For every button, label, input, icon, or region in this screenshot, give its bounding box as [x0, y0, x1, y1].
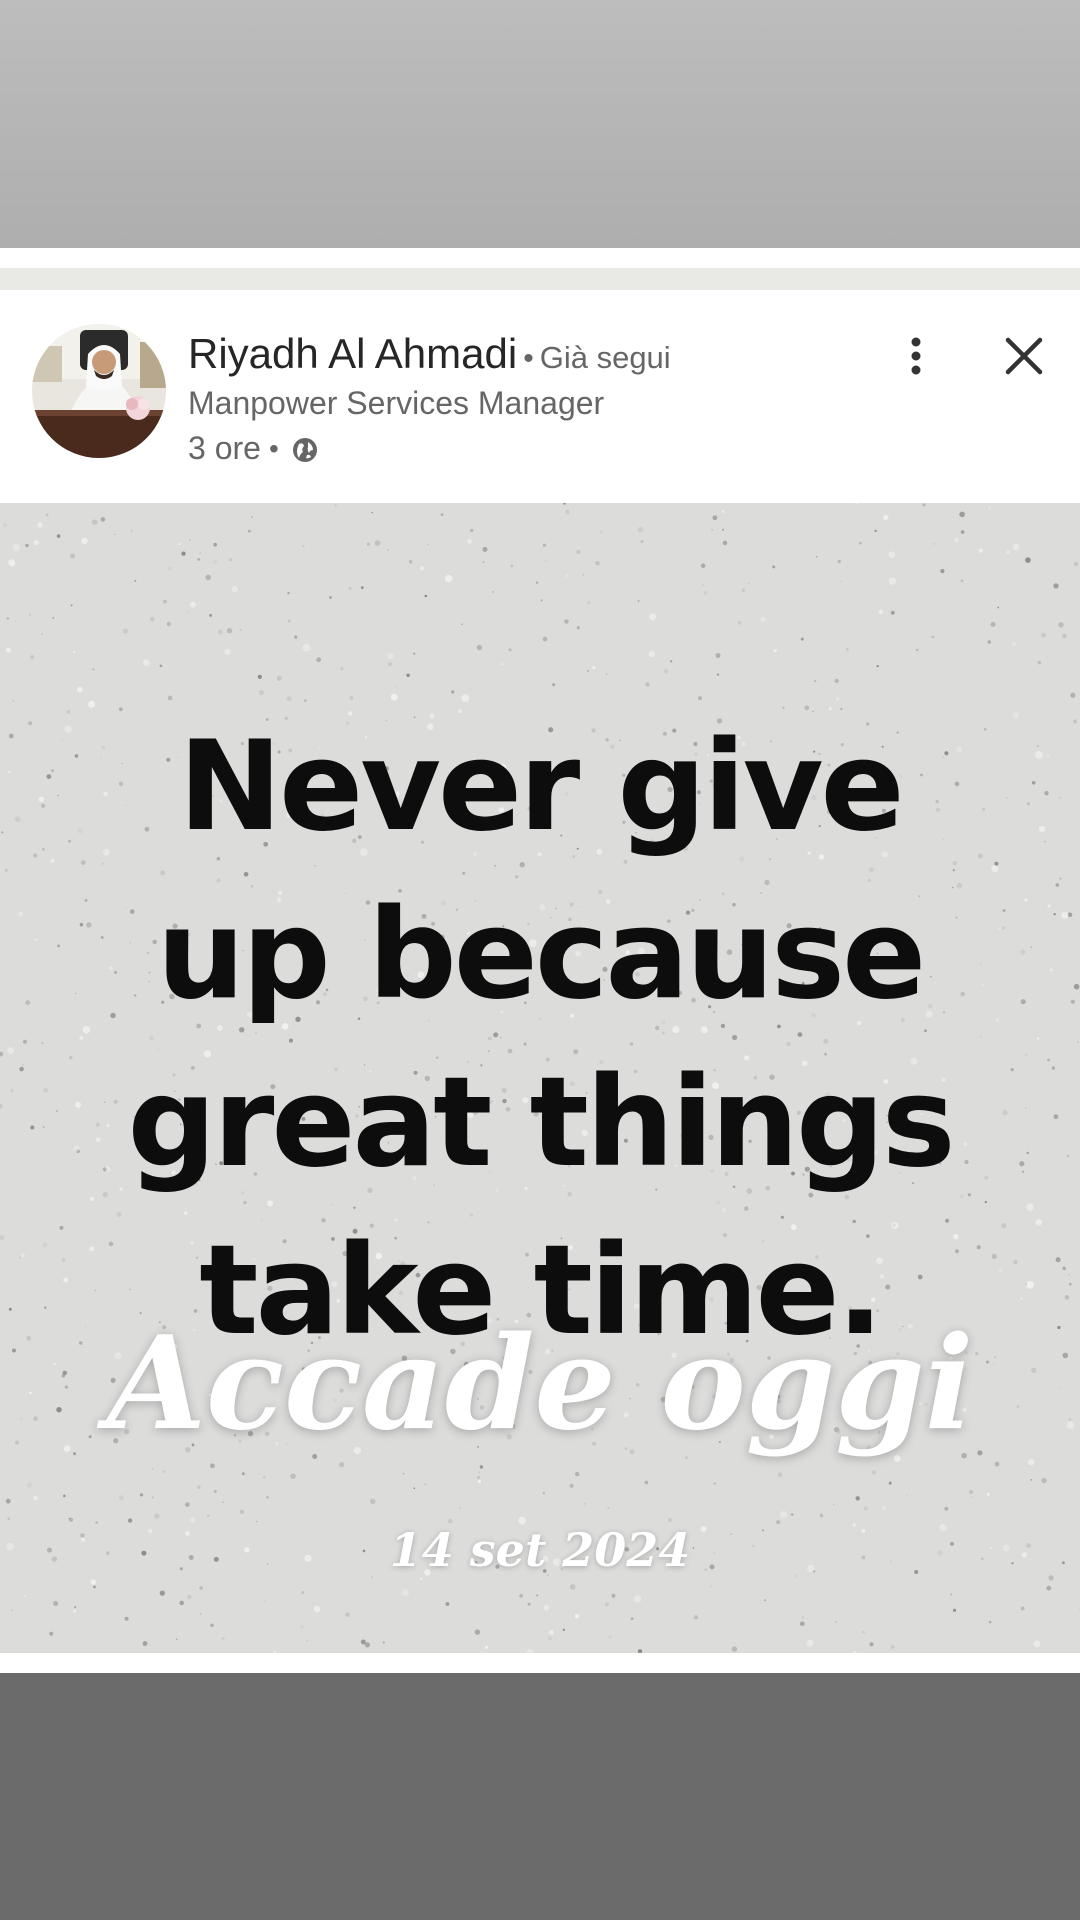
quote-line: great things — [127, 1051, 955, 1195]
more-options-button[interactable] — [886, 326, 946, 386]
quote-text: Never give up because great things take … — [0, 703, 1080, 1375]
card-footer-strip — [0, 1653, 1080, 1673]
separator-dot: • — [268, 432, 279, 464]
quote-line: Never give — [178, 715, 904, 859]
post-meta: 3 ore • — [188, 430, 319, 467]
close-icon — [1005, 337, 1043, 375]
quote-line: up because — [156, 883, 926, 1027]
post-card: Riyadh Al Ahmadi • Già segui Manpower Serv… — [0, 290, 1080, 1673]
author-title: Manpower Services Manager — [188, 385, 605, 421]
top-backdrop — [0, 0, 1080, 248]
post-header: Riyadh Al Ahmadi • Già segui Manpower Serv… — [0, 290, 1080, 503]
bottom-backdrop — [0, 1673, 1080, 1920]
separator-dot: • — [523, 342, 534, 375]
separator-band — [0, 268, 1080, 290]
top-divider — [0, 248, 1080, 268]
close-button[interactable] — [994, 326, 1054, 386]
follow-status: Già segui — [539, 340, 671, 375]
post-time: 3 ore — [188, 430, 261, 466]
avatar[interactable] — [32, 324, 166, 458]
post-image[interactable]: Never give up because great things take … — [0, 503, 1080, 1653]
author-name[interactable]: Riyadh Al Ahmadi — [188, 330, 517, 377]
overlay-title: Accade oggi — [106, 1309, 974, 1459]
overlay-date: 14 set 2024 — [389, 1523, 691, 1577]
more-vertical-icon — [911, 337, 921, 375]
author-line: Riyadh Al Ahmadi • Già segui — [188, 330, 671, 378]
person-avatar-icon — [32, 324, 166, 458]
globe-icon — [291, 435, 319, 463]
